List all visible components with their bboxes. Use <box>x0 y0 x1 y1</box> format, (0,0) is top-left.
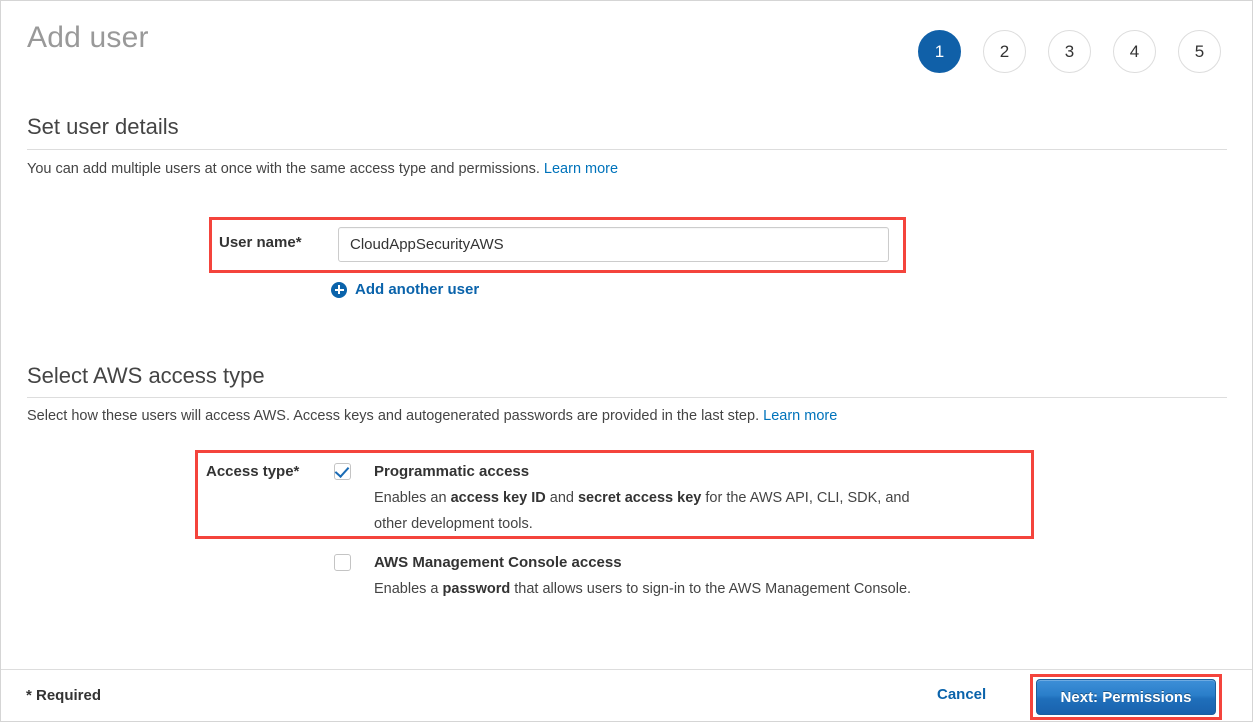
cancel-button[interactable]: Cancel <box>937 686 986 703</box>
desc-text-a: Enables an <box>374 490 451 506</box>
console-access-title: AWS Management Console access <box>374 554 911 571</box>
desc-text-e: for the AWS API, CLI, SDK, and <box>701 490 909 506</box>
desc-text-c: and <box>546 490 578 506</box>
wizard-step-1[interactable]: 1 <box>918 30 961 73</box>
add-user-wizard-page: Add user 1 2 3 4 5 Set user details You … <box>0 0 1253 722</box>
console-access-checkbox[interactable] <box>334 554 351 571</box>
programmatic-access-title: Programmatic access <box>374 463 910 480</box>
add-another-user-button[interactable]: Add another user <box>331 281 479 298</box>
access-type-learn-more-link[interactable]: Learn more <box>763 408 837 424</box>
username-input[interactable] <box>338 227 889 262</box>
wizard-step-4[interactable]: 4 <box>1113 30 1156 73</box>
wizard-step-indicator: 1 2 3 4 5 <box>918 30 1221 73</box>
user-details-learn-more-link[interactable]: Learn more <box>544 161 618 177</box>
user-details-divider <box>27 149 1227 150</box>
wizard-step-5[interactable]: 5 <box>1178 30 1221 73</box>
console-access-description: Enables a password that allows users to … <box>374 576 911 602</box>
next-permissions-button[interactable]: Next: Permissions <box>1036 679 1216 715</box>
programmatic-access-description: Enables an access key ID and secret acce… <box>374 485 910 537</box>
console-access-option: AWS Management Console access Enables a … <box>374 554 911 602</box>
username-row: User name* <box>209 217 906 273</box>
page-title: Add user <box>27 21 149 55</box>
console-desc-text-c: that allows users to sign-in to the AWS … <box>510 581 911 597</box>
set-user-details-heading: Set user details <box>27 114 179 140</box>
programmatic-access-option: Programmatic access Enables an access ke… <box>374 463 910 537</box>
desc-text-line2: other development tools. <box>374 516 533 532</box>
access-type-divider <box>27 397 1227 398</box>
wizard-step-3[interactable]: 3 <box>1048 30 1091 73</box>
checkmark-icon <box>335 463 350 478</box>
username-label: User name* <box>219 234 302 251</box>
user-details-description-text: You can add multiple users at once with … <box>27 161 540 177</box>
access-type-description: Select how these users will access AWS. … <box>27 408 837 424</box>
access-type-description-text: Select how these users will access AWS. … <box>27 408 759 424</box>
console-desc-bold-password: password <box>443 581 511 597</box>
desc-bold-access-key-id: access key ID <box>451 490 546 506</box>
wizard-step-2[interactable]: 2 <box>983 30 1026 73</box>
user-details-description: You can add multiple users at once with … <box>27 161 618 177</box>
desc-bold-secret-access-key: secret access key <box>578 490 701 506</box>
plus-circle-icon <box>331 282 347 298</box>
required-note: * Required <box>26 687 101 704</box>
footer-divider <box>1 669 1252 670</box>
access-type-heading: Select AWS access type <box>27 363 265 389</box>
add-another-user-label: Add another user <box>355 281 479 298</box>
console-desc-text-a: Enables a <box>374 581 443 597</box>
access-type-label: Access type* <box>206 463 299 480</box>
programmatic-access-checkbox[interactable] <box>334 463 351 480</box>
wizard-header: Add user 1 2 3 4 5 <box>1 1 1252 89</box>
